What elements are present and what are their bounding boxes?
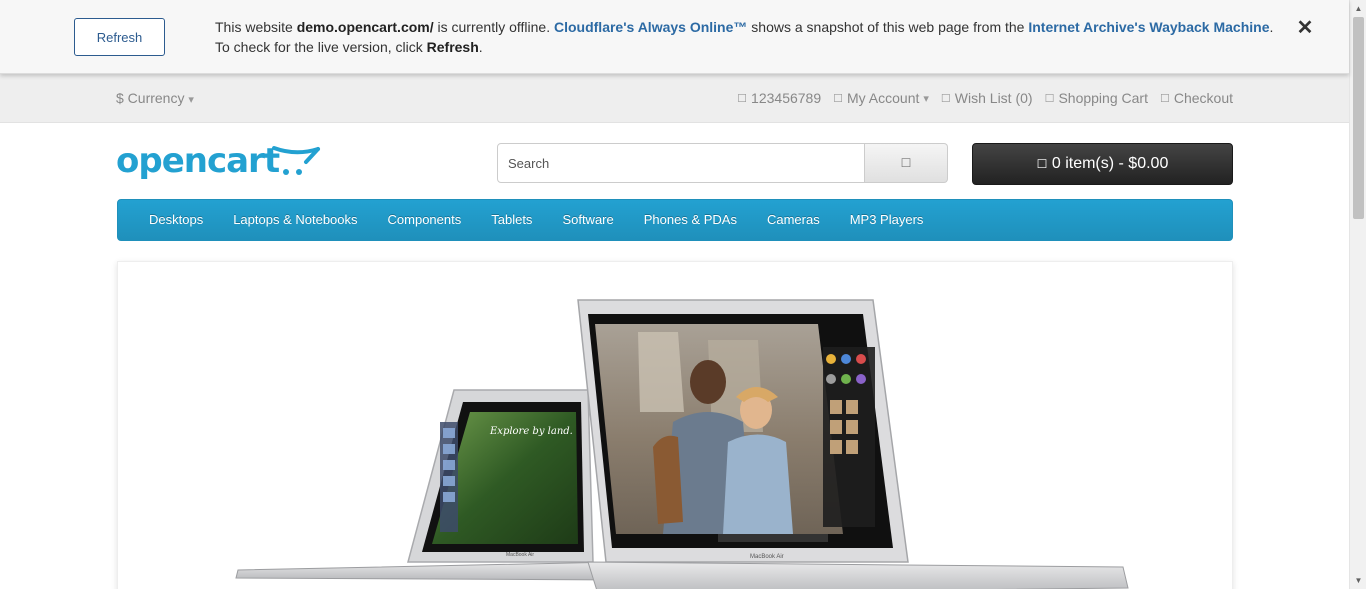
- refresh-button[interactable]: Refresh: [74, 18, 165, 56]
- top-link-my-account[interactable]: ☐ My Account ▾: [833, 90, 929, 106]
- top-link-label: Checkout: [1173, 90, 1233, 106]
- top-link-phone[interactable]: ☐ 123456789: [737, 90, 821, 106]
- banner-text-prefix: This website: [215, 19, 297, 35]
- top-link-label: Shopping Cart: [1058, 90, 1148, 106]
- cart-button[interactable]: ☐ 0 item(s) - $0.00: [972, 143, 1233, 185]
- logo-cart-swoosh: [272, 146, 320, 155]
- macbook-banner-image: Explore by land. MacBook Air MacBook Air: [235, 299, 1129, 589]
- menu-item-desktops[interactable]: Desktops: [134, 200, 218, 240]
- logo-cart-wheel: [296, 169, 302, 175]
- scroll-down-arrow-icon[interactable]: ▼: [1350, 572, 1366, 589]
- banner-text-mid2: shows a snapshot of this web page from t…: [747, 19, 1029, 35]
- cart-label: 0 item(s) - $0.00: [1051, 155, 1169, 172]
- scroll-thumb[interactable]: [1353, 17, 1364, 219]
- always-online-banner: Refresh This website demo.opencart.com/ …: [0, 0, 1349, 74]
- always-online-link[interactable]: Cloudflare's Always Online™: [554, 19, 747, 35]
- menu-item-cameras[interactable]: Cameras: [752, 200, 835, 240]
- menu-item-laptops[interactable]: Laptops & Notebooks: [218, 200, 372, 240]
- share-icon: ☐: [1159, 92, 1170, 105]
- menu-item-components[interactable]: Components: [373, 200, 477, 240]
- user-icon: ☐: [833, 92, 843, 105]
- laptop-left: Explore by land. MacBook Air: [235, 389, 624, 581]
- heart-icon: ☐: [940, 92, 951, 105]
- banner-site: demo.opencart.com/: [296, 19, 434, 35]
- wayback-link[interactable]: Internet Archive's Wayback Machine: [1028, 19, 1269, 35]
- menu-item-phones[interactable]: Phones & PDAs: [629, 200, 752, 240]
- category-menu: Desktops Laptops & Notebooks Components …: [117, 199, 1233, 241]
- search-input[interactable]: [497, 143, 865, 183]
- caret-down-icon: ▾: [188, 94, 194, 106]
- menu-item-tablets[interactable]: Tablets: [476, 200, 547, 240]
- top-bar: $ Currency ▾ ☐ 123456789 ☐ My Account ▾ …: [0, 74, 1349, 123]
- slideshow[interactable]: Explore by land. MacBook Air MacBook Air: [117, 261, 1233, 589]
- banner-text-end: .: [478, 39, 483, 55]
- close-icon[interactable]: ✕: [1295, 18, 1315, 38]
- vertical-scrollbar[interactable]: ▲ ▼: [1349, 0, 1366, 589]
- laptop-right: MacBook Air: [577, 299, 1129, 589]
- top-link-checkout[interactable]: ☐ Checkout: [1160, 90, 1233, 106]
- currency-label: $ Currency: [116, 90, 185, 106]
- search-box: ☐: [497, 143, 948, 183]
- banner-message: This website demo.opencart.com/ is curre…: [215, 17, 1275, 57]
- banner-text-mid1: is currently offline.: [433, 19, 554, 35]
- top-link-wish-list[interactable]: ☐ Wish List (0): [941, 90, 1033, 106]
- search-icon: ☐: [900, 156, 912, 170]
- laptop-brand-right: MacBook Air: [750, 554, 784, 560]
- opencart-logo[interactable]: opencart: [116, 140, 321, 186]
- top-link-label: Wish List (0): [954, 90, 1033, 106]
- slide-caption: Explore by land.: [489, 426, 573, 437]
- top-link-label: 123456789: [751, 90, 822, 106]
- scroll-up-arrow-icon[interactable]: ▲: [1350, 0, 1366, 17]
- cart-icon: ☐: [1036, 157, 1048, 171]
- menu-item-software[interactable]: Software: [547, 200, 628, 240]
- cart-icon: ☐: [1044, 92, 1055, 105]
- laptop-brand-left: MacBook Air: [506, 552, 534, 558]
- logo-text: opencart: [116, 141, 280, 181]
- logo-cart-wheel: [283, 169, 289, 175]
- currency-dropdown[interactable]: $ Currency ▾: [116, 90, 194, 106]
- top-links: ☐ 123456789 ☐ My Account ▾ ☐ Wish List (…: [737, 90, 1233, 106]
- caret-down-icon: ▾: [923, 92, 929, 105]
- search-button[interactable]: ☐: [865, 143, 948, 183]
- menu-item-mp3-players[interactable]: MP3 Players: [835, 200, 939, 240]
- banner-refresh-word: Refresh: [426, 39, 479, 55]
- top-link-shopping-cart[interactable]: ☐ Shopping Cart: [1045, 90, 1148, 106]
- phone-icon: ☐: [737, 92, 748, 105]
- top-link-label: My Account: [847, 90, 920, 106]
